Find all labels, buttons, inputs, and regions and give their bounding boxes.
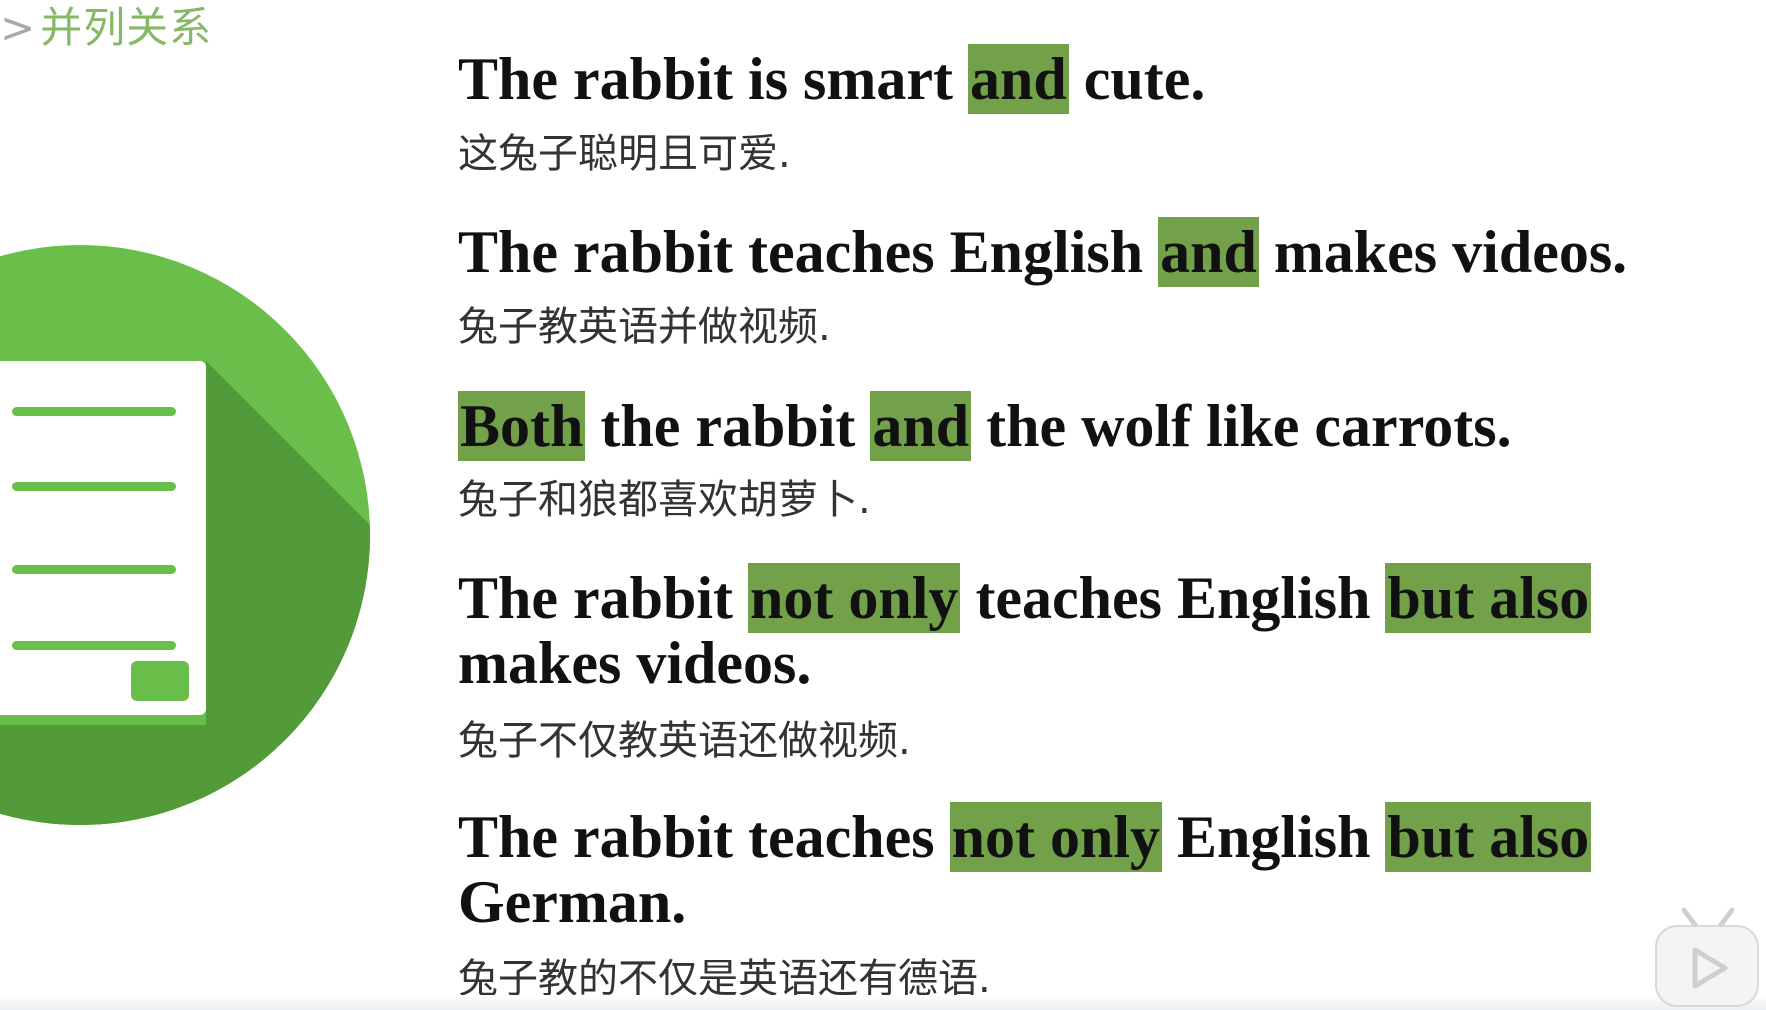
highlight-conjunction: and (870, 391, 972, 461)
sentence-text: The rabbit is smart (458, 46, 968, 112)
english-sentence-5: The rabbit teaches not only English but … (458, 802, 1592, 872)
paper-line (12, 407, 176, 416)
highlight-conjunction: but also (1385, 563, 1592, 633)
highlight-conjunction: not only (748, 563, 961, 633)
sentence-text: The rabbit teaches (458, 804, 950, 870)
paper-line (12, 641, 176, 650)
sentence-text: the wolf like carrots. (971, 393, 1512, 459)
english-sentence-1: The rabbit is smart and cute. (458, 44, 1206, 114)
sentence-text: teaches English (960, 565, 1386, 631)
slide: >并列关系 The rabbit is smart and cute. 这兔子聪… (0, 0, 1766, 1010)
sentence-text: The rabbit teaches English (458, 219, 1159, 285)
chinese-translation-1: 这兔子聪明且可爱. (458, 131, 791, 177)
section-title: >并列关系 (0, 0, 212, 55)
paper-line (12, 482, 176, 491)
english-sentence-4: The rabbit not only teaches English but … (458, 563, 1592, 633)
highlight-conjunction: Both (458, 391, 586, 461)
document-list-icon (0, 245, 370, 825)
section-title-text: 并列关系 (40, 3, 213, 52)
highlight-conjunction: and (968, 44, 1069, 114)
play-icon (1692, 947, 1728, 989)
sentence-text: cute. (1068, 46, 1206, 112)
bottom-strip (0, 995, 1766, 1010)
sentence-text: makes videos. (1258, 219, 1628, 285)
chinese-translation-2: 兔子教英语并做视频. (458, 304, 831, 350)
sentence-text: English (1162, 804, 1386, 870)
highlight-conjunction: but also (1385, 802, 1592, 872)
english-sentence-3: Both the rabbit and the wolf like carrot… (458, 391, 1512, 461)
english-sentence-5-line-2: German. (458, 869, 687, 935)
paper-tag (131, 661, 189, 701)
chinese-translation-4: 兔子不仅教英语还做视频. (458, 718, 911, 764)
chinese-translation-3: 兔子和狼都喜欢胡萝卜. (458, 477, 871, 523)
paper-line (12, 565, 176, 574)
english-sentence-2: The rabbit teaches English and makes vid… (458, 217, 1628, 287)
sentence-text: the rabbit (585, 393, 871, 459)
play-button[interactable] (1655, 925, 1759, 1007)
english-sentence-4-line-2: makes videos. (458, 630, 812, 696)
sentence-text: The rabbit (458, 565, 749, 631)
highlight-conjunction: and (1158, 217, 1259, 287)
caret-icon: > (0, 3, 37, 52)
highlight-conjunction: not only (949, 802, 1163, 872)
